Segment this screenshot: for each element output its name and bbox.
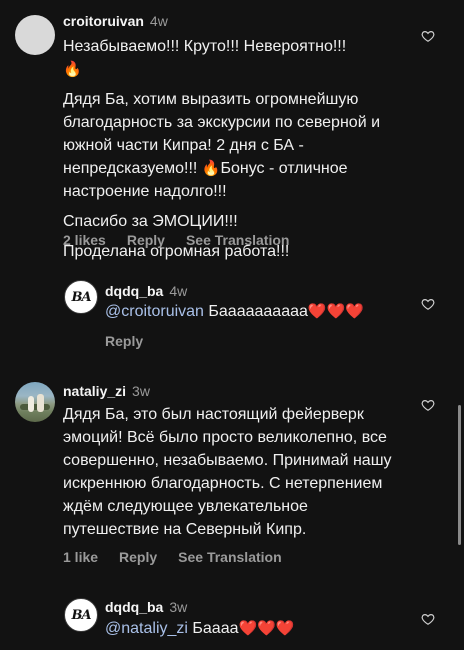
comment-paragraph: Спасибо за ЭМОЦИИ!!!	[63, 213, 238, 230]
comment-actions: Reply	[105, 332, 164, 350]
comment-text: Дядя Ба, это был настоящий фейерверк эмо…	[63, 406, 392, 538]
comment-meta: dqdq_ba 3w	[105, 598, 187, 616]
comment-nataliy-zi: nataliy_zi 3w Дядя Ба, это был настоящий …	[0, 370, 464, 580]
heart-emoji: ❤️	[345, 303, 364, 320]
heart-icon[interactable]	[421, 297, 435, 311]
scrollbar[interactable]	[458, 405, 461, 545]
heart-icon[interactable]	[421, 398, 435, 412]
heart-emoji: ❤️	[275, 620, 295, 637]
heart-icon[interactable]	[421, 29, 435, 43]
mention-link[interactable]: @croitoruivan	[105, 303, 204, 320]
logo: BA	[71, 607, 91, 623]
timestamp: 3w	[169, 599, 188, 615]
avatar-image-part	[37, 394, 44, 412]
heart-emoji: ❤️	[238, 620, 258, 637]
mention-link[interactable]: @nataliy_zi	[105, 620, 188, 637]
see-translation-button[interactable]: See Translation	[186, 232, 289, 248]
heart-icon[interactable]	[421, 612, 435, 626]
likes-count[interactable]: 1 like	[63, 549, 98, 565]
reply-button[interactable]: Reply	[127, 232, 165, 248]
fire-emoji: 🔥	[63, 61, 82, 78]
username[interactable]: nataliy_zi	[63, 383, 126, 399]
heart-emoji: ❤️	[257, 620, 276, 637]
comment-meta: croitoruivan 4w	[63, 12, 168, 30]
avatar-image-part	[28, 396, 34, 412]
likes-count[interactable]: 2 likes	[63, 232, 106, 248]
avatar[interactable]	[15, 382, 55, 422]
comment-croitoruivan: croitoruivan 4w Незабываемо!!! Круто!!! Н…	[0, 0, 464, 260]
comment-meta: nataliy_zi 3w	[63, 382, 150, 400]
timestamp: 3w	[132, 383, 150, 399]
avatar-image-part	[20, 404, 50, 410]
heart-emoji: ❤️	[326, 303, 346, 320]
see-translation-button[interactable]: See Translation	[178, 549, 281, 565]
comment-meta: dqdq_ba 4w	[105, 282, 187, 300]
comment-paragraph: Незабываемо!!! Круто!!! Невероятно!!! 🔥	[63, 38, 347, 78]
username[interactable]: dqdq_ba	[105, 283, 163, 299]
timestamp: 4w	[169, 283, 188, 299]
fire-emoji: 🔥	[201, 160, 221, 177]
username[interactable]: dqdq_ba	[105, 599, 163, 615]
username[interactable]: croitoruivan	[63, 13, 144, 29]
logo: BA	[71, 289, 91, 305]
avatar[interactable]: BA	[64, 598, 98, 632]
avatar[interactable]	[15, 15, 55, 55]
comment-text: @nataliy_zi Баааа❤️❤️❤️	[105, 620, 295, 637]
comment-paragraph: Дядя Ба, хотим выразить огромнейшую благ…	[63, 91, 381, 200]
avatar[interactable]: BA	[64, 280, 98, 314]
heart-emoji: ❤️	[307, 303, 327, 320]
reply-button[interactable]: Reply	[105, 333, 143, 349]
comment-actions: 2 likes Reply See Translation	[63, 231, 310, 249]
reply-dqdq-ba-1: BA dqdq_ba 4w @croitoruivan Баааааааааа❤️…	[0, 270, 464, 360]
comment-actions: 1 like Reply See Translation	[63, 548, 303, 566]
comment-text: @croitoruivan Баааааааааа❤️❤️❤️	[105, 303, 364, 320]
reply-dqdq-ba-2: BA dqdq_ba 3w @nataliy_zi Баааа❤️❤️❤️	[0, 588, 464, 650]
timestamp: 4w	[149, 13, 168, 29]
reply-button[interactable]: Reply	[119, 549, 157, 565]
